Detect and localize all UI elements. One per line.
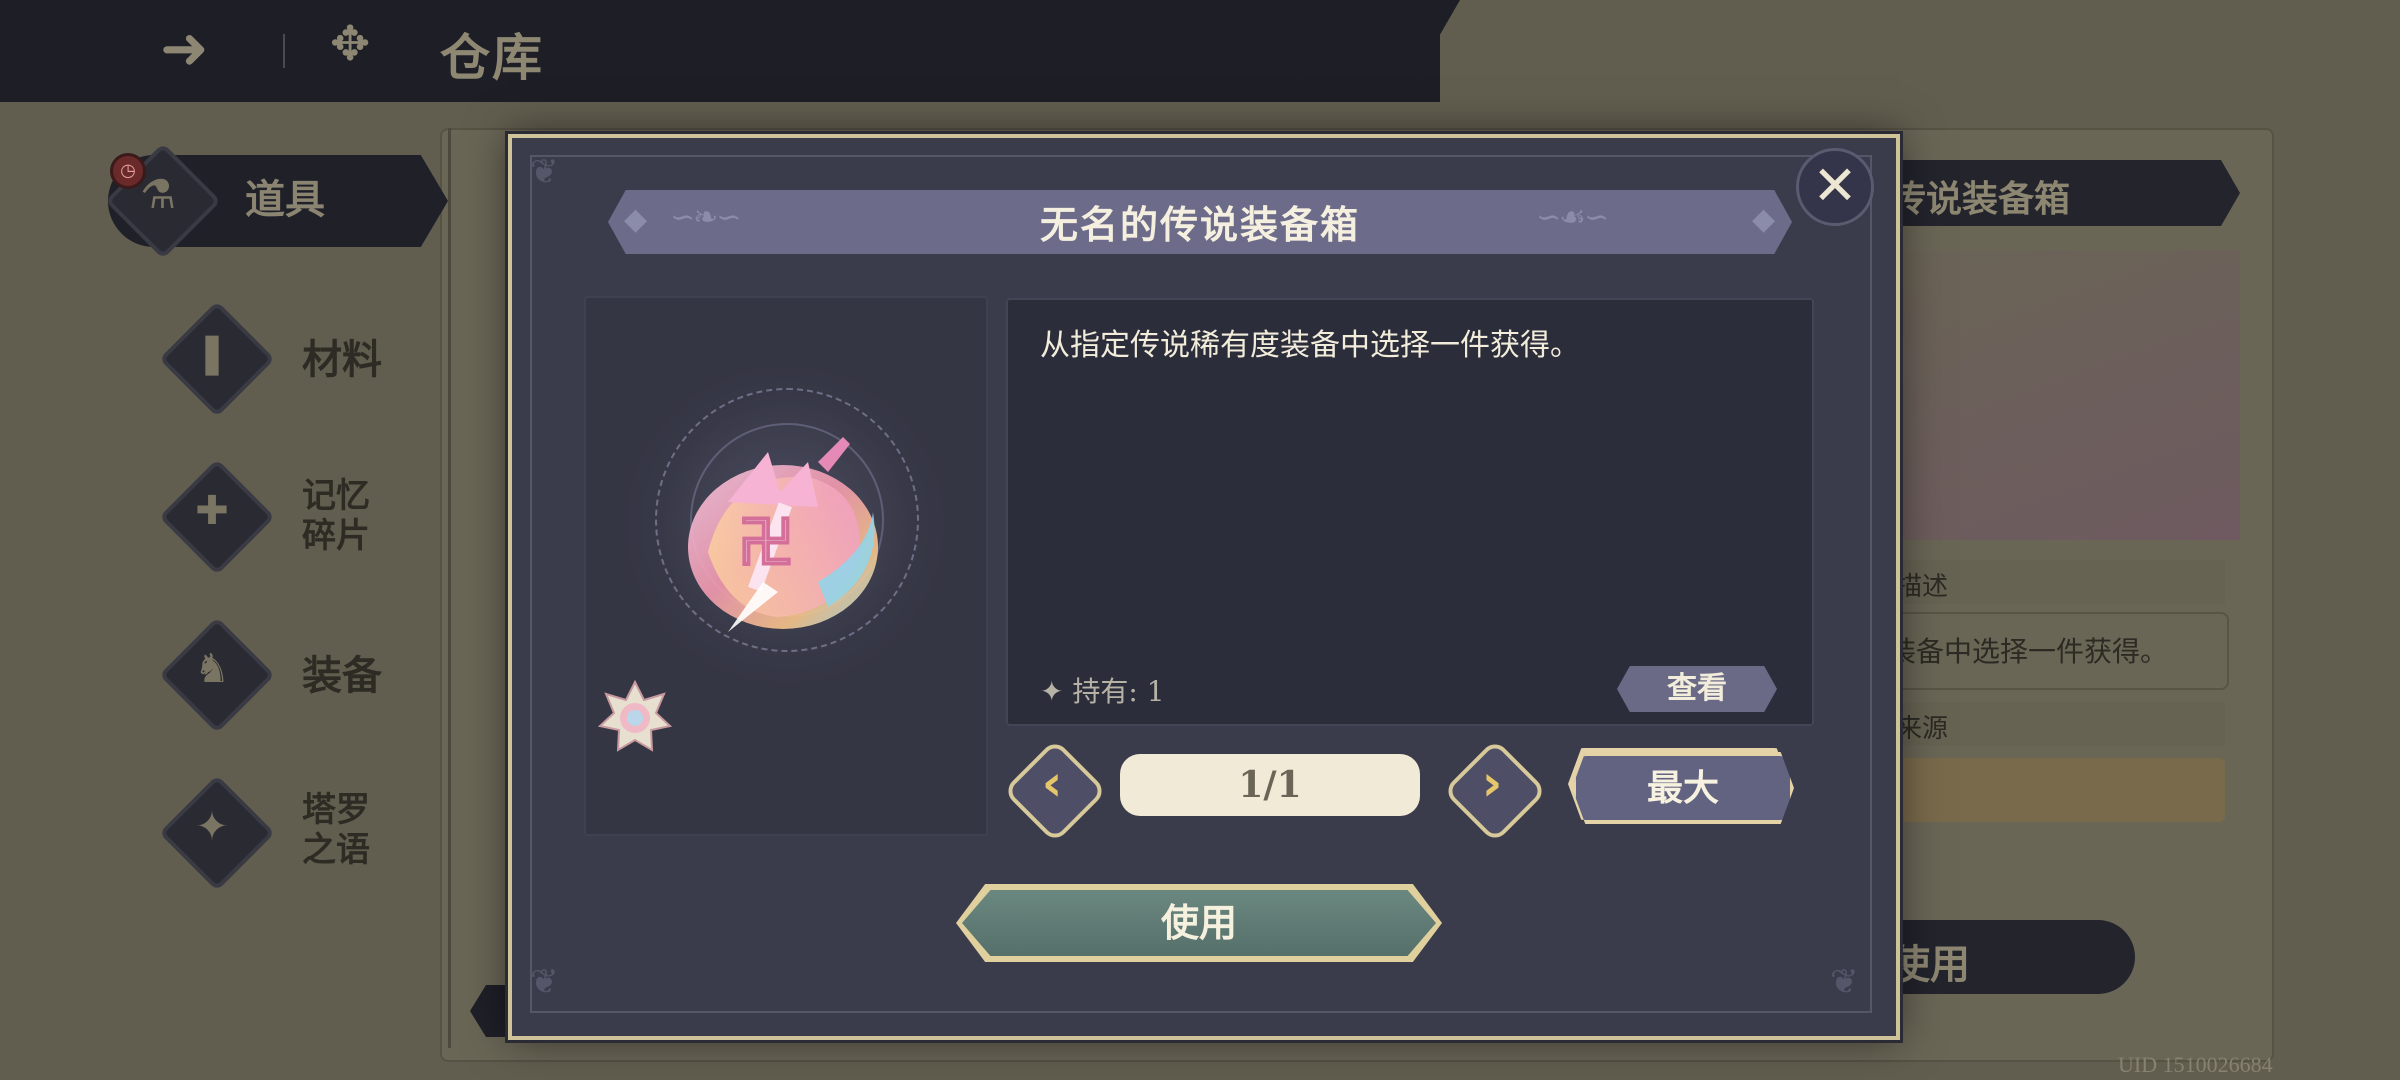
- puzzle-piece-icon: ✚: [195, 488, 229, 534]
- back-icon[interactable]: ➜: [160, 14, 209, 82]
- item-title: 传说装备箱: [1890, 178, 2071, 220]
- view-button[interactable]: 查看: [1617, 666, 1777, 712]
- chevron-left-icon: ‹: [1041, 754, 1063, 812]
- corner-ornament-icon: ❦: [530, 962, 559, 1002]
- bg-use-label: 使用: [1890, 941, 1970, 988]
- quantity-display: 1/1: [1120, 754, 1420, 816]
- max-button[interactable]: 最大: [1572, 752, 1794, 824]
- source-entry: [1880, 758, 2225, 822]
- uid-label: UID 1510026684: [2118, 1052, 2273, 1077]
- svg-text:卍: 卍: [738, 510, 794, 576]
- menu-grid-icon[interactable]: ✥: [330, 16, 370, 72]
- sidebar-item-equipment[interactable]: 装备: [302, 654, 382, 698]
- desc-label: 描述: [1896, 572, 1949, 602]
- divider: [448, 128, 451, 1048]
- page-title: 仓库: [440, 28, 544, 87]
- dialog-title: 无名的传说装备箱: [1039, 202, 1360, 247]
- sidebar-item-materials[interactable]: 材料: [302, 338, 382, 382]
- helmet-icon: ♞: [194, 646, 230, 692]
- close-button[interactable]: ✕: [1796, 148, 1874, 226]
- legendary-chest-emblem-icon: 卍: [688, 437, 878, 632]
- top-bar: [0, 0, 1440, 102]
- divider: [283, 34, 285, 68]
- sidebar-item-tarot[interactable]: 塔罗 之语: [302, 790, 370, 870]
- close-icon: ✕: [1812, 154, 1858, 217]
- item-description: 从指定传说稀有度装备中选择一件获得。: [1040, 328, 1580, 363]
- corner-ornament-icon: ❦: [530, 152, 559, 192]
- desc-text: 装备中选择一件获得。: [1888, 635, 2169, 668]
- held-count: ✦ 持有: 1: [1040, 675, 1165, 708]
- chevron-right-icon: ›: [1481, 754, 1503, 812]
- sidebar-item-label: 道具: [245, 176, 325, 223]
- timer-badge-icon: ◷: [110, 153, 146, 189]
- sidebar-item-memory-fragments[interactable]: 记忆 碎片: [302, 476, 370, 556]
- source-label: 来源: [1896, 714, 1949, 744]
- rarity-badge-icon: [598, 680, 672, 752]
- item-image: [1880, 250, 2240, 540]
- use-button[interactable]: 使用: [962, 890, 1436, 956]
- tarot-icon: ✦: [195, 804, 229, 850]
- log-material-icon: ❚: [195, 330, 229, 376]
- corner-ornament-icon: ❦: [1830, 962, 1859, 1002]
